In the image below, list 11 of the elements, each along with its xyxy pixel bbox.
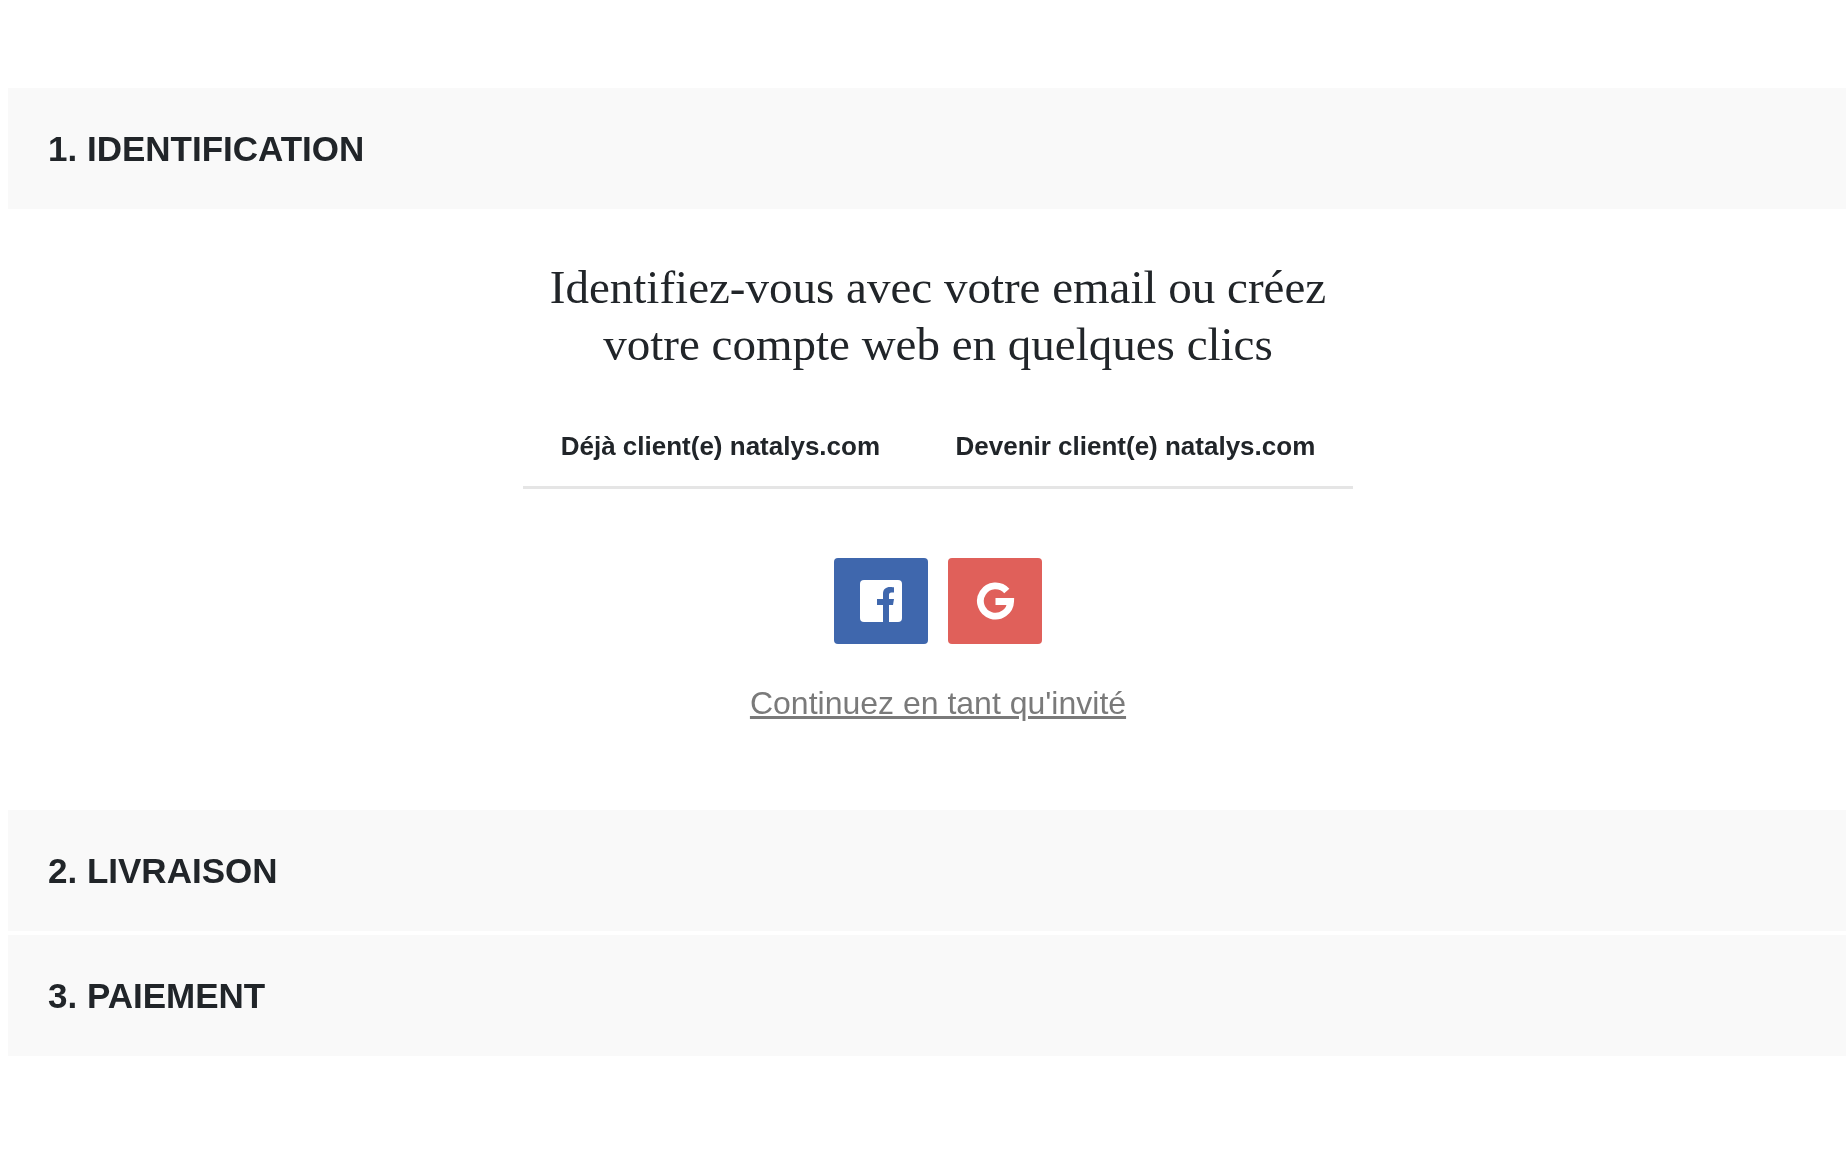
tab[interactable]: Devenir client(e) natalys.com	[943, 431, 1328, 489]
social-login-button[interactable]	[834, 558, 928, 644]
intro-heading: Identifiez-vous avec votre email ou créez votre compte web en quelques clics	[548, 260, 1328, 372]
section-title: 2. LIVRAISON	[48, 849, 278, 892]
tab[interactable]: Déjà client(e) natalys.com	[548, 431, 893, 489]
section-title: 3. PAIEMENT	[48, 974, 266, 1017]
guest-link[interactable]: Continuez en tant qu'invité	[749, 685, 1127, 721]
social-login-button[interactable]	[948, 558, 1042, 644]
section-title: 1. IDENTIFICATION	[48, 127, 365, 170]
g-logo-icon	[975, 581, 1015, 621]
f-logo-icon	[860, 580, 902, 622]
